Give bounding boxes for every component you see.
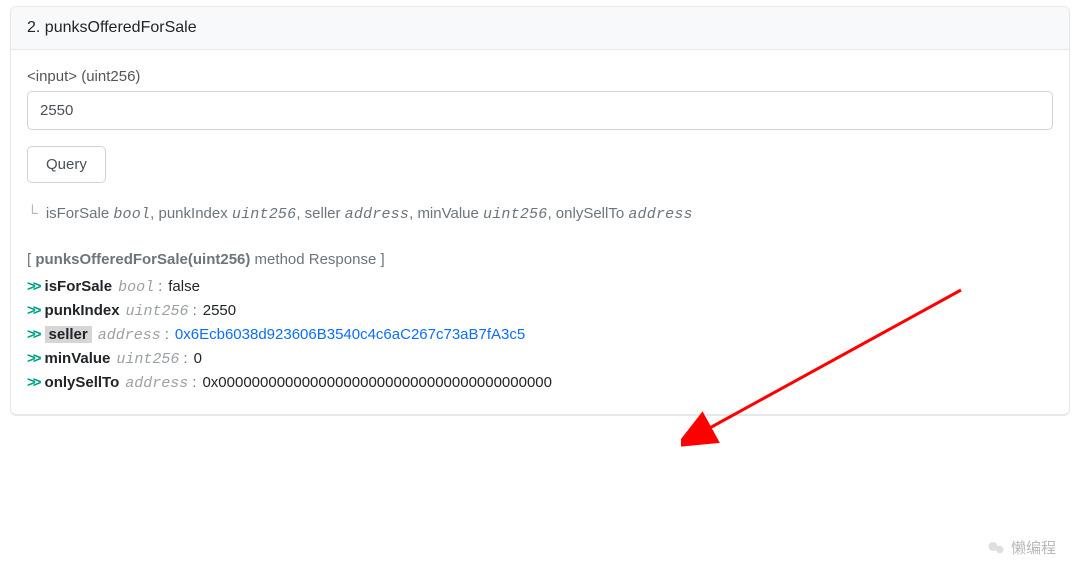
response-field-type: address <box>125 375 188 392</box>
chevron-right-icon: >> <box>27 302 39 319</box>
response-field-type: uint256 <box>116 351 179 368</box>
response-row: >>seller address: 0x6Ecb6038d923606B3540… <box>27 326 1053 344</box>
response-field-value: false <box>168 278 200 295</box>
response-field-name: onlySellTo <box>45 374 120 391</box>
watermark: 懒编程 <box>987 537 1056 558</box>
response-field-type: uint256 <box>126 303 189 320</box>
query-button[interactable]: Query <box>27 146 106 183</box>
response-field-name: isForSale <box>45 278 113 295</box>
sig-param-type: bool <box>113 206 150 223</box>
function-index: 2. <box>27 19 40 36</box>
wechat-icon <box>987 539 1005 557</box>
sig-param-type: address <box>345 206 409 223</box>
function-name: punksOfferedForSale <box>45 19 197 36</box>
uint256-input[interactable] <box>27 91 1053 130</box>
sig-param-type: uint256 <box>232 206 296 223</box>
response-field-value-link[interactable]: 0x6Ecb6038d923606B3540c4c6aC267c73aB7fA3… <box>175 326 525 343</box>
input-label: <input> (uint256) <box>27 68 1053 85</box>
response-field-name: seller <box>45 326 92 343</box>
sig-param-type: uint256 <box>483 206 547 223</box>
watermark-text: 懒编程 <box>1011 537 1056 558</box>
card-body: <input> (uint256) Query └ isForSale bool… <box>11 50 1069 415</box>
response-field-name: punkIndex <box>45 302 120 319</box>
response-field-type: bool <box>118 279 154 296</box>
return-arrow-icon: └ <box>27 205 38 222</box>
function-card: 2. punksOfferedForSale <input> (uint256)… <box>10 6 1070 416</box>
response-field-value: 2550 <box>203 302 236 319</box>
sig-param-type: address <box>628 206 692 223</box>
response-section: [ punksOfferedForSale(uint256) method Re… <box>27 251 1053 392</box>
chevron-right-icon: >> <box>27 326 39 343</box>
chevron-right-icon: >> <box>27 278 39 295</box>
response-method: punksOfferedForSale(uint256) <box>35 251 250 268</box>
response-field-value: 0x00000000000000000000000000000000000000… <box>202 374 552 391</box>
response-field-name: minValue <box>45 350 111 367</box>
sig-param-name: punkIndex <box>159 205 232 222</box>
card-header[interactable]: 2. punksOfferedForSale <box>11 7 1069 50</box>
sig-param-name: seller <box>305 205 345 222</box>
sig-param-name: minValue <box>417 205 483 222</box>
response-row: >>minValue uint256: 0 <box>27 350 1053 368</box>
response-title: [ punksOfferedForSale(uint256) method Re… <box>27 251 1053 268</box>
return-signature: └ isForSale bool, punkIndex uint256, sel… <box>27 205 1053 223</box>
sig-param-name: onlySellTo <box>556 205 629 222</box>
chevron-right-icon: >> <box>27 350 39 367</box>
response-field-type: address <box>98 327 161 344</box>
response-row: >>isForSale bool: false <box>27 278 1053 296</box>
chevron-right-icon: >> <box>27 374 39 391</box>
response-field-value: 0 <box>194 350 202 367</box>
response-row: >>punkIndex uint256: 2550 <box>27 302 1053 320</box>
response-row: >>onlySellTo address: 0x0000000000000000… <box>27 374 1053 392</box>
sig-param-name: isForSale <box>46 205 114 222</box>
